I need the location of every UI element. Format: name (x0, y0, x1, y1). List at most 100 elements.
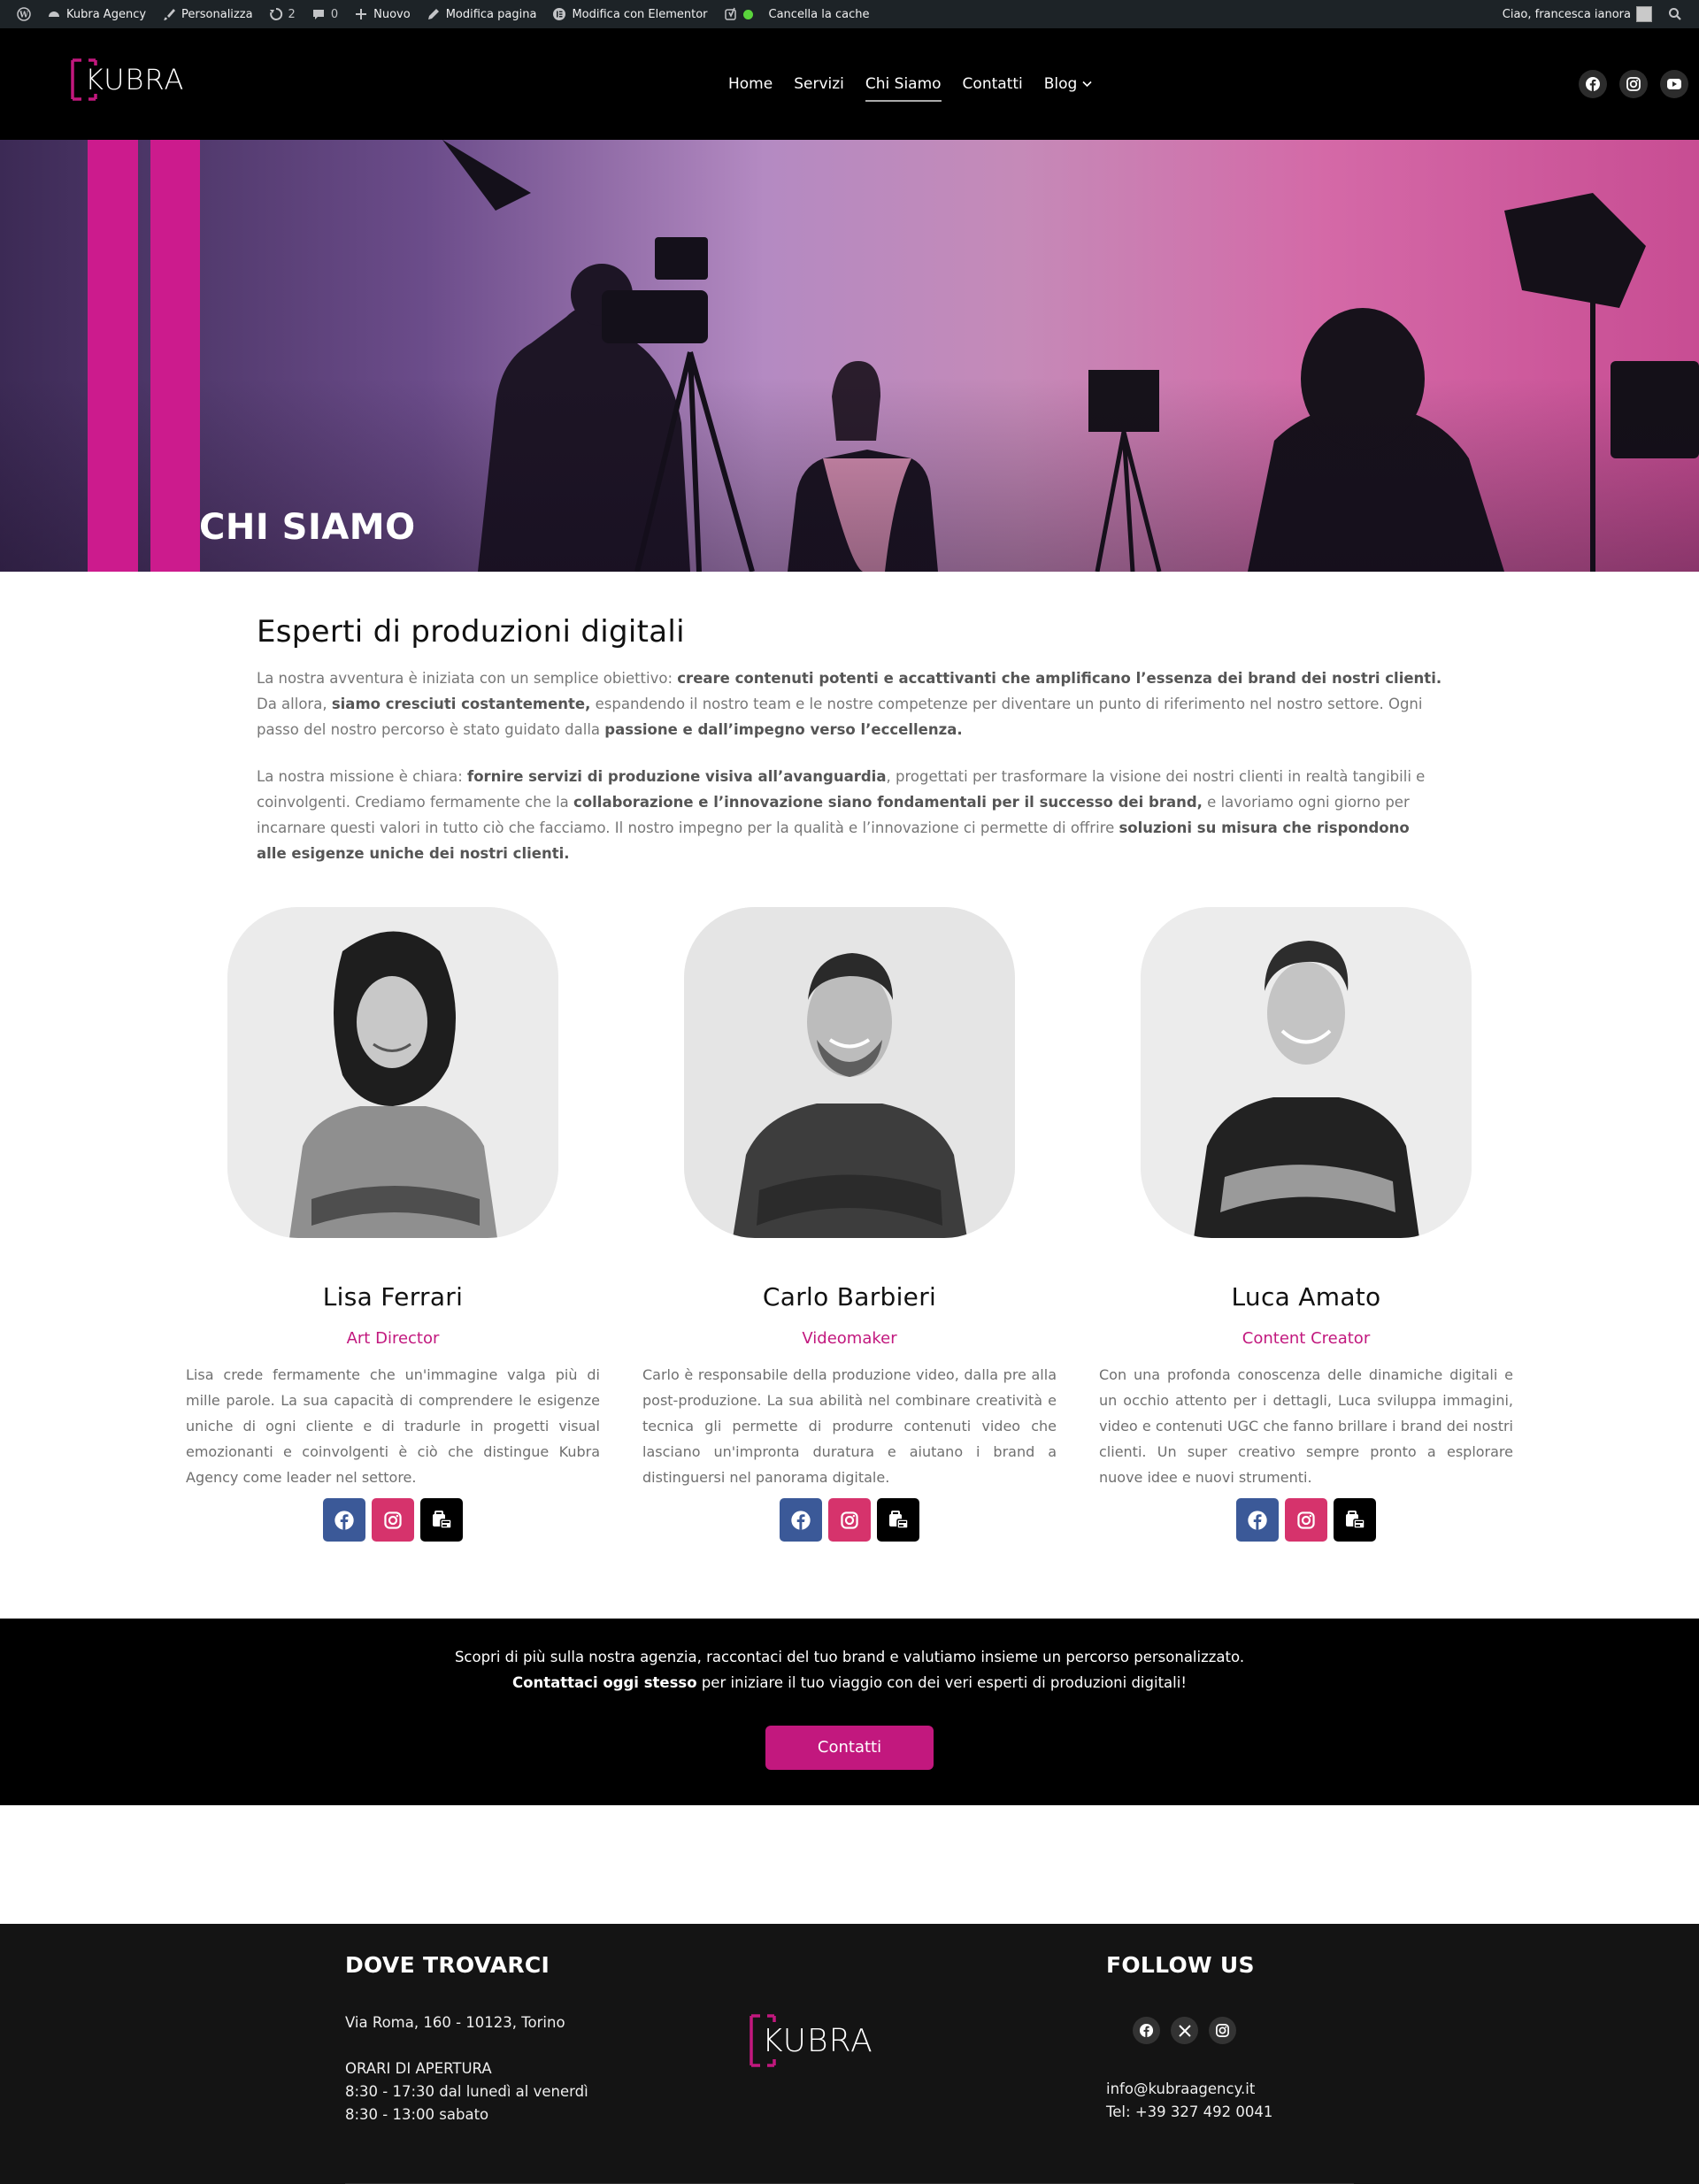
cta-line-1: Scopri di più sulla nostra agenzia, racc… (454, 1649, 1245, 1665)
footer-hours-saturday: 8:30 - 13:00 sabato (345, 2106, 489, 2123)
site-name-link[interactable]: Kubra Agency (39, 0, 154, 28)
facebook-button[interactable] (323, 1498, 365, 1542)
about-paragraph-1: La nostra avventura è iniziata con un se… (257, 665, 1442, 742)
team-member-card: Lisa Ferrari Art Director Lisa crede fer… (165, 907, 621, 1542)
yoast-seo-menu[interactable] (716, 0, 761, 28)
x-icon (1178, 2024, 1191, 2037)
edit-page-link[interactable]: Modifica pagina (419, 0, 545, 28)
member-portrait-image (684, 907, 1015, 1238)
greeting: Ciao, francesca ianora (1502, 7, 1631, 21)
footer-hours-title: ORARI DI APERTURA (345, 2060, 492, 2077)
member-photo (684, 907, 1015, 1238)
site-header: KUBRA Home Servizi Chi Siamo Contatti Bl… (0, 28, 1699, 140)
team-member-card: Carlo Barbieri Videomaker Carlo è respon… (621, 907, 1078, 1542)
body-text: La nostra missione è chiara: (257, 768, 468, 785)
instagram-icon (1626, 77, 1641, 91)
instagram-button[interactable] (372, 1498, 414, 1542)
edit-elementor-link[interactable]: Modifica con Elementor (544, 0, 715, 28)
wordpress-icon: W (17, 7, 31, 21)
seo-status-dot (742, 9, 753, 19)
header-facebook-link[interactable] (1579, 70, 1607, 98)
instagram-icon (384, 1511, 402, 1529)
portfolio-button[interactable] (877, 1498, 919, 1542)
footer-address: Via Roma, 160 - 10123, Torino (345, 2014, 565, 2031)
admin-search[interactable] (1660, 0, 1690, 28)
site-name: Kubra Agency (66, 7, 147, 21)
portfolio-icon (889, 1510, 909, 1529)
nav-servizi-label: Servizi (794, 75, 844, 93)
portfolio-button[interactable] (1334, 1498, 1376, 1542)
customize-label: Personalizza (181, 7, 253, 21)
wordpress-menu[interactable]: W (9, 0, 39, 28)
wp-admin-bar: W Kubra Agency Personalizza 2 0 Nuovo Mo… (0, 0, 1699, 28)
search-icon (1669, 8, 1681, 20)
comments-count: 0 (330, 7, 339, 21)
cta-section: Scopri di più sulla nostra agenzia, racc… (0, 1619, 1699, 1805)
header-instagram-link[interactable] (1619, 70, 1648, 98)
new-content-link[interactable]: Nuovo (346, 0, 419, 28)
nav-contatti[interactable]: Contatti (952, 75, 1034, 93)
portfolio-icon (1346, 1510, 1365, 1529)
site-logo[interactable]: KUBRA (71, 58, 184, 101)
plus-icon (356, 9, 367, 19)
facebook-icon (791, 1510, 811, 1530)
svg-text:W: W (19, 12, 29, 20)
footer-follow: FOLLOW US info@kubraagency.it Tel: +39 3… (1106, 1952, 1272, 2124)
member-bio: Carlo è responsabile della produzione vi… (642, 1366, 1057, 1486)
clear-cache-label: Cancella la cache (768, 7, 870, 21)
member-role: Videomaker (802, 1329, 897, 1348)
hero-stripe-left (88, 140, 138, 572)
member-social-buttons (323, 1498, 463, 1542)
instagram-button[interactable] (828, 1498, 871, 1542)
nav-home[interactable]: Home (718, 75, 783, 93)
cta-line-2-rest: per iniziare il tuo viaggio con dei veri… (696, 1674, 1187, 1691)
footer-hours-weekdays: 8:30 - 17:30 dal lunedì al venerdì (345, 2083, 588, 2100)
main-nav: Home Servizi Chi Siamo Contatti Blog (718, 28, 1103, 140)
contact-button[interactable]: Contatti (765, 1726, 934, 1770)
brush-icon (164, 9, 176, 20)
footer-x-link[interactable] (1171, 2017, 1198, 2044)
footer-email[interactable]: info@kubraagency.it (1106, 2078, 1272, 2101)
member-social-buttons (780, 1498, 919, 1542)
edit-page-label: Modifica pagina (445, 7, 537, 21)
member-name: Luca Amato (1231, 1282, 1381, 1311)
nav-servizi[interactable]: Servizi (783, 75, 855, 93)
updates-link[interactable]: 2 (261, 0, 304, 28)
about-paragraph-2: La nostra missione è chiara: fornire ser… (257, 764, 1442, 866)
clear-cache-link[interactable]: Cancella la cache (761, 0, 878, 28)
nav-chi-siamo[interactable]: Chi Siamo (855, 75, 952, 102)
member-portrait-image (227, 907, 558, 1238)
chevron-down-icon (1082, 81, 1092, 88)
team-section: Lisa Ferrari Art Director Lisa crede fer… (0, 907, 1699, 1542)
nav-blog[interactable]: Blog (1034, 75, 1103, 93)
footer-follow-title: FOLLOW US (1106, 1952, 1255, 1978)
facebook-button[interactable] (1236, 1498, 1279, 1542)
logo-bracket-icon (71, 58, 97, 101)
portfolio-button[interactable] (420, 1498, 463, 1542)
site-footer: DOVE TROVARCI Via Roma, 160 - 10123, Tor… (0, 1924, 1699, 2184)
account-menu[interactable]: Ciao, francesca ianora (1495, 0, 1660, 28)
footer-phone[interactable]: Tel: +39 327 492 0041 (1106, 2101, 1272, 2124)
header-youtube-link[interactable] (1660, 70, 1688, 98)
instagram-button[interactable] (1285, 1498, 1327, 1542)
facebook-icon (334, 1510, 354, 1530)
member-social-buttons (1236, 1498, 1376, 1542)
emphasis-text: passione e dall’impegno verso l’eccellen… (604, 721, 963, 738)
facebook-icon (1248, 1510, 1267, 1530)
member-bio: Lisa crede fermamente che un'immagine va… (186, 1366, 600, 1486)
footer-logo[interactable]: KUBRA (750, 2014, 873, 2067)
youtube-icon (1667, 79, 1681, 89)
customize-link[interactable]: Personalizza (154, 0, 261, 28)
facebook-button[interactable] (780, 1498, 822, 1542)
footer-location: DOVE TROVARCI Via Roma, 160 - 10123, Tor… (345, 1952, 588, 2126)
footer-instagram-link[interactable] (1209, 2017, 1236, 2044)
portfolio-icon (433, 1510, 452, 1529)
footer-facebook-link[interactable] (1133, 2017, 1160, 2044)
body-text: La nostra avventura è iniziata con un se… (257, 670, 678, 687)
footer-where-title: DOVE TROVARCI (345, 1952, 550, 1978)
dashboard-icon (49, 12, 59, 17)
comments-link[interactable]: 0 (304, 0, 346, 28)
member-bio: Con una profonda conoscenza delle dinami… (1099, 1366, 1513, 1486)
about-heading: Esperti di produzioni digitali (257, 614, 685, 650)
facebook-icon (1139, 2023, 1154, 2038)
